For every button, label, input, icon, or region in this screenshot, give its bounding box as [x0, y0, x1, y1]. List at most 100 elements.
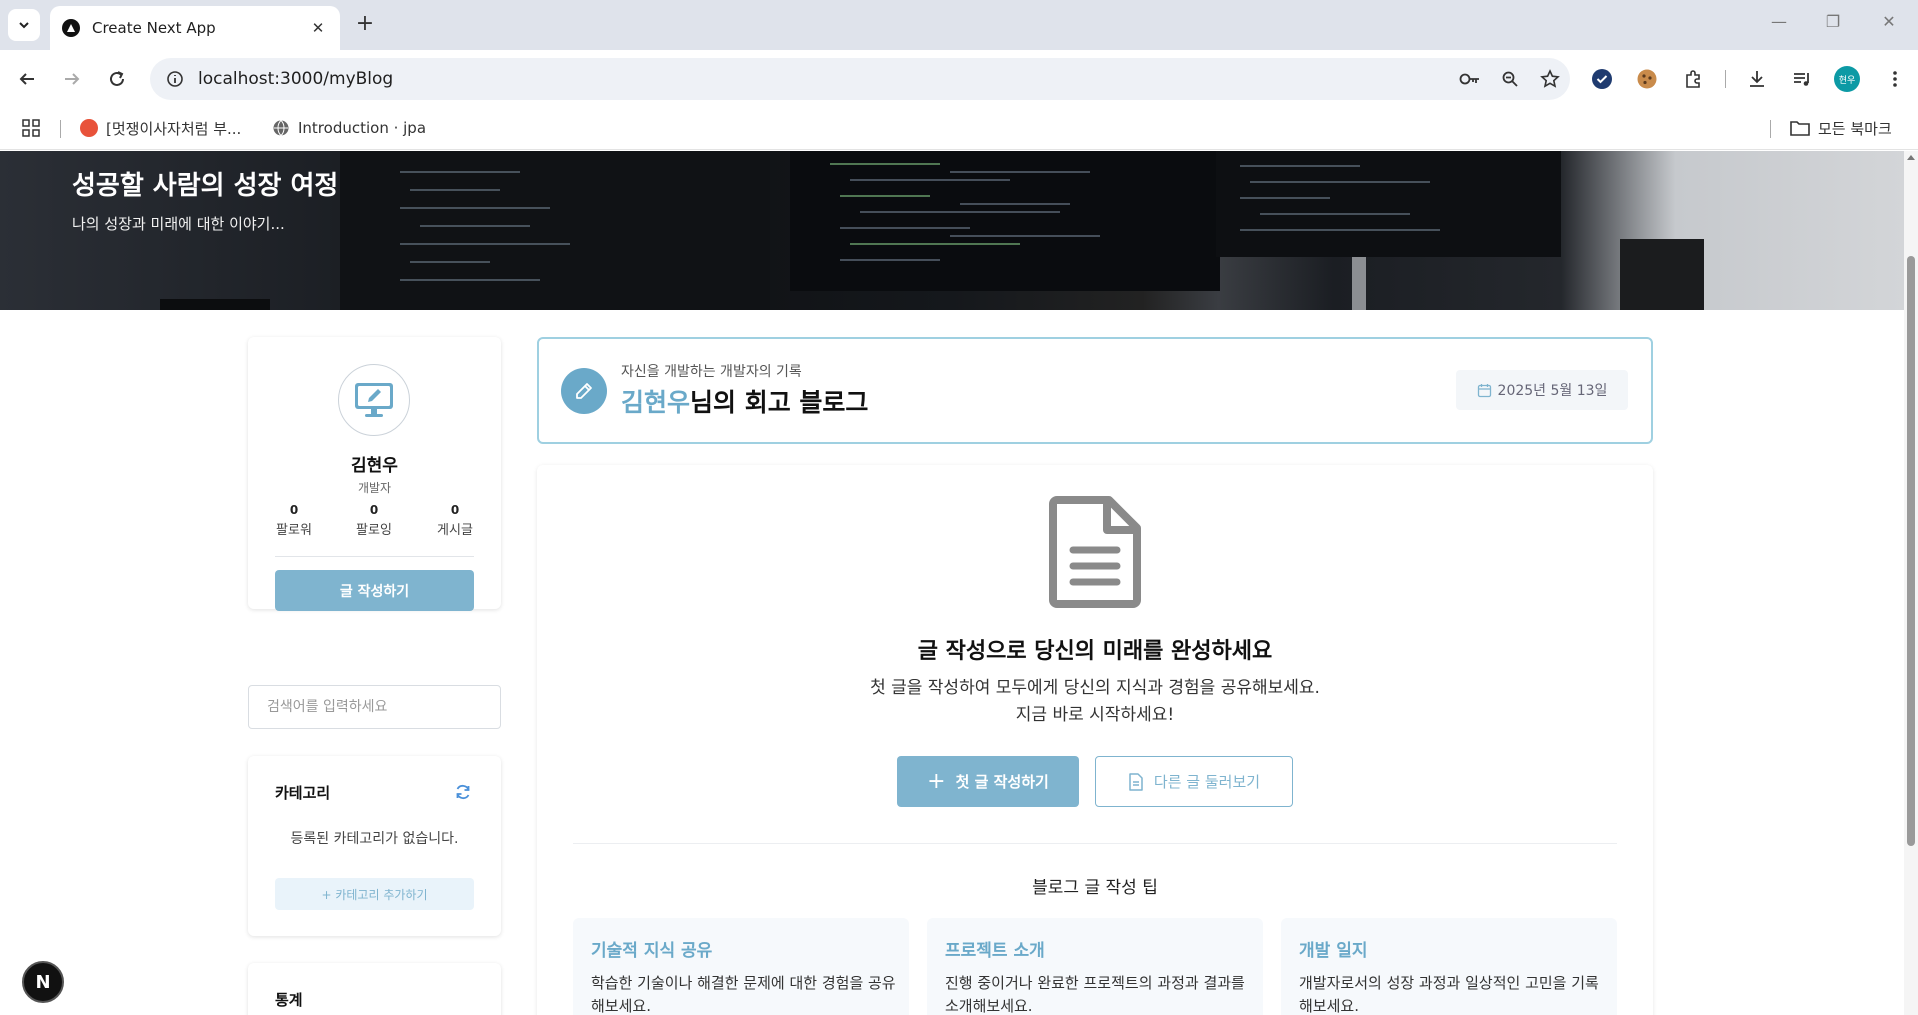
hero-subtitle: 나의 성장과 미래에 대한 이야기... [72, 215, 285, 233]
profile-divider [275, 556, 474, 557]
site-info-icon[interactable] [164, 68, 186, 90]
hero-code-line [840, 227, 970, 229]
zoom-icon[interactable] [1490, 58, 1530, 100]
hero-code-line [830, 163, 940, 165]
bookmark-label: Introduction · jpa [298, 119, 427, 137]
tip-card: 개발 일지 개발자로서의 성장 과정과 일상적인 고민을 기록해보세요. [1281, 918, 1617, 1015]
write-first-post-button[interactable]: + 첫 글 작성하기 [897, 756, 1079, 807]
more-menu-icon[interactable] [1882, 66, 1908, 92]
tip-title: 기술적 지식 공유 [591, 941, 713, 961]
page-scrollbar[interactable] [1904, 151, 1918, 1015]
stat-followers[interactable]: 0 팔로워 [259, 503, 329, 538]
stat-label: 팔로잉 [356, 523, 392, 538]
file-icon [1129, 772, 1143, 791]
tab-strip: Create Next App ✕ + — ❐ ✕ [0, 0, 1918, 50]
blog-header-card: 자신을 개발하는 개발자의 기록 김현우님의 회고 블로그 2025년 5월 1… [537, 337, 1653, 444]
address-bar[interactable]: localhost:3000/myBlog [150, 58, 1570, 100]
stat-label: 게시글 [437, 523, 473, 538]
bookmark-star-icon[interactable] [1530, 58, 1570, 100]
hero-code-line [410, 261, 490, 263]
profile-avatar[interactable]: 현우 [1834, 66, 1860, 92]
blog-title-suffix: 님의 회고 블로그 [690, 388, 869, 417]
calendar-icon [1477, 383, 1491, 397]
search-input[interactable] [249, 686, 500, 728]
url-text[interactable]: localhost:3000/myBlog [198, 69, 1450, 89]
back-button[interactable] [15, 67, 39, 91]
page-viewport: 성공할 사람의 성장 여정 나의 성장과 미래에 대한 이야기... 김현우 개… [0, 151, 1904, 1015]
tip-description: 진행 중이거나 완료한 프로젝트의 과정과 결과를 소개해보세요. [945, 974, 1245, 1015]
extension-cookie-icon[interactable] [1634, 66, 1660, 92]
browse-posts-button[interactable]: 다른 글 둘러보기 [1095, 756, 1293, 807]
tab-close-icon[interactable]: ✕ [308, 19, 328, 37]
empty-desc-line: 첫 글을 작성하여 모두에게 당신의 지식과 경험을 공유해보세요. [870, 678, 1320, 698]
new-tab-button[interactable]: + [352, 12, 378, 38]
toolbar-separator [1725, 70, 1726, 88]
blog-title: 김현우님의 회고 블로그 [621, 383, 868, 419]
close-window-button[interactable]: ✕ [1874, 12, 1904, 31]
password-key-icon[interactable] [1450, 58, 1490, 100]
monitor-pencil-icon [355, 383, 393, 417]
nextjs-dev-indicator[interactable]: N [22, 961, 64, 1003]
hero-desk-item [160, 299, 270, 310]
reload-button[interactable] [105, 67, 129, 91]
hero-code-line [1250, 181, 1430, 183]
bookmark-item-likelion[interactable]: [멋쟁이사자처럼 부... [80, 116, 241, 140]
hero-code-line [1240, 229, 1440, 231]
reload-icon [110, 71, 124, 86]
bookmark-item-jpa[interactable]: Introduction · jpa [272, 116, 426, 140]
document-icon [1049, 496, 1141, 608]
hero-speaker [1620, 239, 1704, 310]
hero-code-line [400, 207, 550, 209]
forward-button[interactable] [60, 67, 84, 91]
scroll-thumb[interactable] [1907, 256, 1915, 846]
stats-card: 통계 [248, 963, 501, 1015]
download-icon[interactable] [1744, 66, 1770, 92]
stat-value: 0 [450, 503, 460, 517]
stat-posts[interactable]: 0 게시글 [420, 503, 490, 538]
restore-button[interactable]: ❐ [1818, 12, 1848, 31]
tip-card: 기술적 지식 공유 학습한 기술이나 해결한 문제에 대한 경험을 공유해보세요… [573, 918, 909, 1015]
tip-title: 개발 일지 [1299, 941, 1368, 961]
stat-value: 0 [289, 503, 299, 517]
edit-icon [561, 368, 607, 414]
write-post-button[interactable]: 글 작성하기 [275, 570, 474, 611]
bookmark-separator [60, 120, 61, 138]
hero-code-line [840, 195, 930, 197]
stat-label: 팔로워 [276, 523, 312, 538]
all-bookmarks-button[interactable]: 모든 북마크 [1790, 116, 1892, 140]
hero-code-line [400, 279, 540, 281]
hero-monitor-stand [1352, 257, 1366, 310]
scroll-up-icon[interactable] [1907, 155, 1915, 160]
hero-code-line [1240, 197, 1330, 199]
extension-check-icon[interactable] [1589, 66, 1615, 92]
profile-role: 개발자 [357, 481, 392, 495]
tip-description: 학습한 기술이나 해결한 문제에 대한 경험을 공유해보세요. [591, 974, 896, 1015]
tab-active[interactable]: Create Next App ✕ [50, 6, 340, 50]
apps-grid-icon[interactable] [22, 116, 40, 140]
hero-banner: 성공할 사람의 성장 여정 나의 성장과 미래에 대한 이야기... [0, 151, 1904, 310]
bookmark-separator [1770, 120, 1771, 138]
avatar [338, 364, 410, 436]
hero-code-line [850, 179, 1010, 181]
hero-code-line [840, 259, 940, 261]
tab-search-button[interactable] [8, 9, 40, 41]
media-queue-icon[interactable] [1789, 66, 1815, 92]
refresh-icon[interactable] [454, 783, 472, 801]
profile-card: 김현우 개발자 0 팔로워 0 팔로잉 0 게시글 글 작성하기 [248, 337, 501, 611]
hero-code-line [400, 171, 520, 173]
empty-state-title: 글 작성으로 당신의 미래를 완성하세요 [917, 639, 1273, 664]
hero-code-line [950, 171, 1090, 173]
stat-following[interactable]: 0 팔로잉 [339, 503, 409, 538]
browser-toolbar: localhost:3000/myBlog 현우 [0, 50, 1918, 108]
bookmark-label: [멋쟁이사자처럼 부... [106, 119, 242, 138]
add-category-button[interactable]: + 카테고리 추가하기 [275, 878, 474, 910]
tip-description: 개발자로서의 성장 과정과 일상적인 고민을 기록해보세요. [1299, 974, 1599, 1015]
empty-state-description: 첫 글을 작성하여 모두에게 당신의 지식과 경험을 공유해보세요. 지금 바로… [537, 675, 1653, 729]
minimize-button[interactable]: — [1764, 12, 1794, 31]
all-bookmarks-label: 모든 북마크 [1818, 119, 1892, 138]
button-label: 첫 글 작성하기 [955, 773, 1049, 791]
date-text: 2025년 5월 13일 [1497, 383, 1608, 399]
extensions-puzzle-icon[interactable] [1680, 66, 1706, 92]
arrow-right-icon [65, 73, 80, 85]
stats-title: 통계 [275, 991, 303, 1009]
